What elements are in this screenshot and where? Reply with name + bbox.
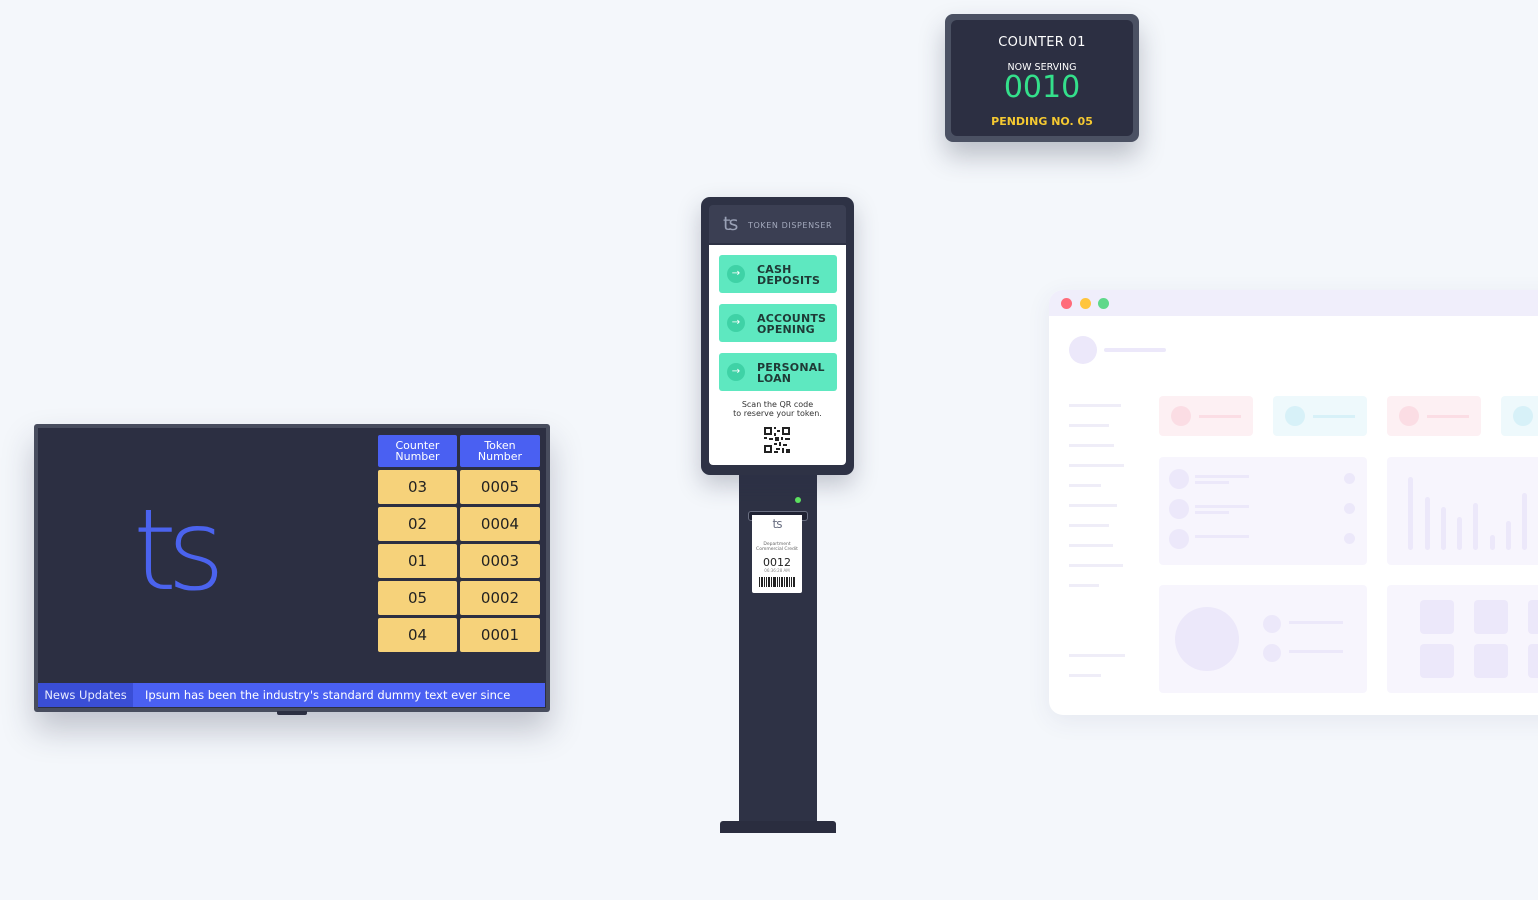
counter-display-screen: COUNTER 01 NOW SERVING 0010 PENDING NO. … (951, 20, 1133, 136)
scan-line: to reserve your token. (733, 409, 822, 418)
tv-stand (277, 711, 307, 715)
pending-number: PENDING NO. 05 (991, 115, 1093, 128)
news-text: Ipsum has been the industry's standard d… (145, 688, 511, 702)
dashboard-browser-window (1049, 290, 1538, 715)
stat-card (1273, 396, 1367, 436)
sidebar-item (1069, 584, 1099, 587)
close-window-dot[interactable] (1061, 298, 1072, 309)
status-led (795, 497, 801, 503)
token-dispenser-kiosk: ts TOKEN DISPENSER → CASH DEPOSITS → ACCO… (701, 197, 854, 475)
token-cell: 0001 (460, 618, 540, 652)
list-card (1159, 457, 1367, 565)
service-label-line: OPENING (757, 323, 815, 336)
scan-line: Scan the QR code (741, 400, 814, 409)
queue-tv-display: ts Counter Number Token Number 03 0005 02 … (34, 424, 550, 712)
token-number-header: Token Number (460, 435, 540, 467)
browser-title-bar (1049, 290, 1538, 316)
service-label: CASH DEPOSITS (757, 264, 833, 286)
counter-cell: 02 (378, 507, 457, 541)
token-cell: 0005 (460, 470, 540, 504)
tiles-card (1387, 585, 1538, 693)
counter-cell: 01 (378, 544, 457, 578)
counter-cell: 05 (378, 581, 457, 615)
stat-card (1159, 396, 1253, 436)
now-serving-number: 0010 (1003, 70, 1081, 105)
personal-loan-button[interactable]: → PERSONAL LOAN (719, 353, 837, 391)
tv-screen: ts Counter Number Token Number 03 0005 02 … (38, 428, 546, 708)
qr-code-icon[interactable] (764, 427, 790, 453)
accounts-opening-button[interactable]: → ACCOUNTS OPENING (719, 304, 837, 342)
news-label: News Updates (38, 683, 133, 707)
service-label-line: LOAN (757, 372, 792, 385)
arrow-right-icon: → (727, 363, 745, 381)
counter-display: COUNTER 01 NOW SERVING 0010 PENDING NO. … (945, 14, 1139, 142)
service-label-line: DEPOSITS (757, 274, 821, 287)
service-label: ACCOUNTS OPENING (757, 313, 833, 335)
sidebar-item (1069, 544, 1113, 547)
kiosk-logo: ts (723, 213, 738, 235)
chart-card (1387, 457, 1538, 565)
stat-card (1501, 396, 1538, 436)
kiosk-header: ts TOKEN DISPENSER (709, 205, 846, 243)
ts-logo: ts (133, 486, 225, 616)
counter-number-header-label: Counter Number (395, 438, 440, 463)
minimize-window-dot[interactable] (1080, 298, 1091, 309)
sidebar-item (1069, 654, 1125, 657)
maximize-window-dot[interactable] (1098, 298, 1109, 309)
printed-token-ticket[interactable]: ts Department Commercial Credit 0012 06:3… (752, 515, 802, 593)
sidebar-item (1069, 484, 1101, 487)
token-number-header-label: Token Number (477, 438, 523, 463)
ticket-dept-line: Commercial Credit (756, 547, 798, 552)
ticket-logo: ts (772, 517, 783, 531)
ticket-department: Department Commercial Credit (752, 542, 802, 552)
service-label: PERSONAL LOAN (757, 362, 833, 384)
kiosk-screen: → CASH DEPOSITS → ACCOUNTS OPENING → PERSO… (709, 245, 846, 465)
token-cell: 0002 (460, 581, 540, 615)
sidebar-item (1069, 404, 1121, 407)
ticket-time: 06:36:28 AM (764, 568, 790, 573)
scan-instructions: Scan the QR code to reserve your token. (709, 400, 846, 418)
kiosk-brand: TOKEN DISPENSER (748, 221, 833, 230)
title-placeholder (1104, 348, 1166, 352)
avatar-placeholder (1069, 336, 1097, 364)
pie-card (1159, 585, 1367, 693)
sidebar-item (1069, 564, 1123, 567)
cash-deposits-button[interactable]: → CASH DEPOSITS (719, 255, 837, 293)
news-ticker: News Updates Ipsum has been the industry… (38, 683, 545, 707)
sidebar-item (1069, 424, 1109, 427)
arrow-right-icon: → (727, 314, 745, 332)
sidebar-item (1069, 444, 1114, 447)
stat-card (1387, 396, 1481, 436)
counter-cell: 04 (378, 618, 457, 652)
sidebar-item (1069, 674, 1101, 677)
sidebar-item (1069, 464, 1124, 467)
token-cell: 0004 (460, 507, 540, 541)
sidebar-item (1069, 524, 1109, 527)
arrow-right-icon: → (727, 265, 745, 283)
kiosk-base (720, 821, 836, 833)
barcode-icon (759, 577, 795, 587)
sidebar-item (1069, 504, 1117, 507)
counter-title: COUNTER 01 (998, 35, 1086, 50)
counter-number-header: Counter Number (378, 435, 457, 467)
token-cell: 0003 (460, 544, 540, 578)
counter-cell: 03 (378, 470, 457, 504)
